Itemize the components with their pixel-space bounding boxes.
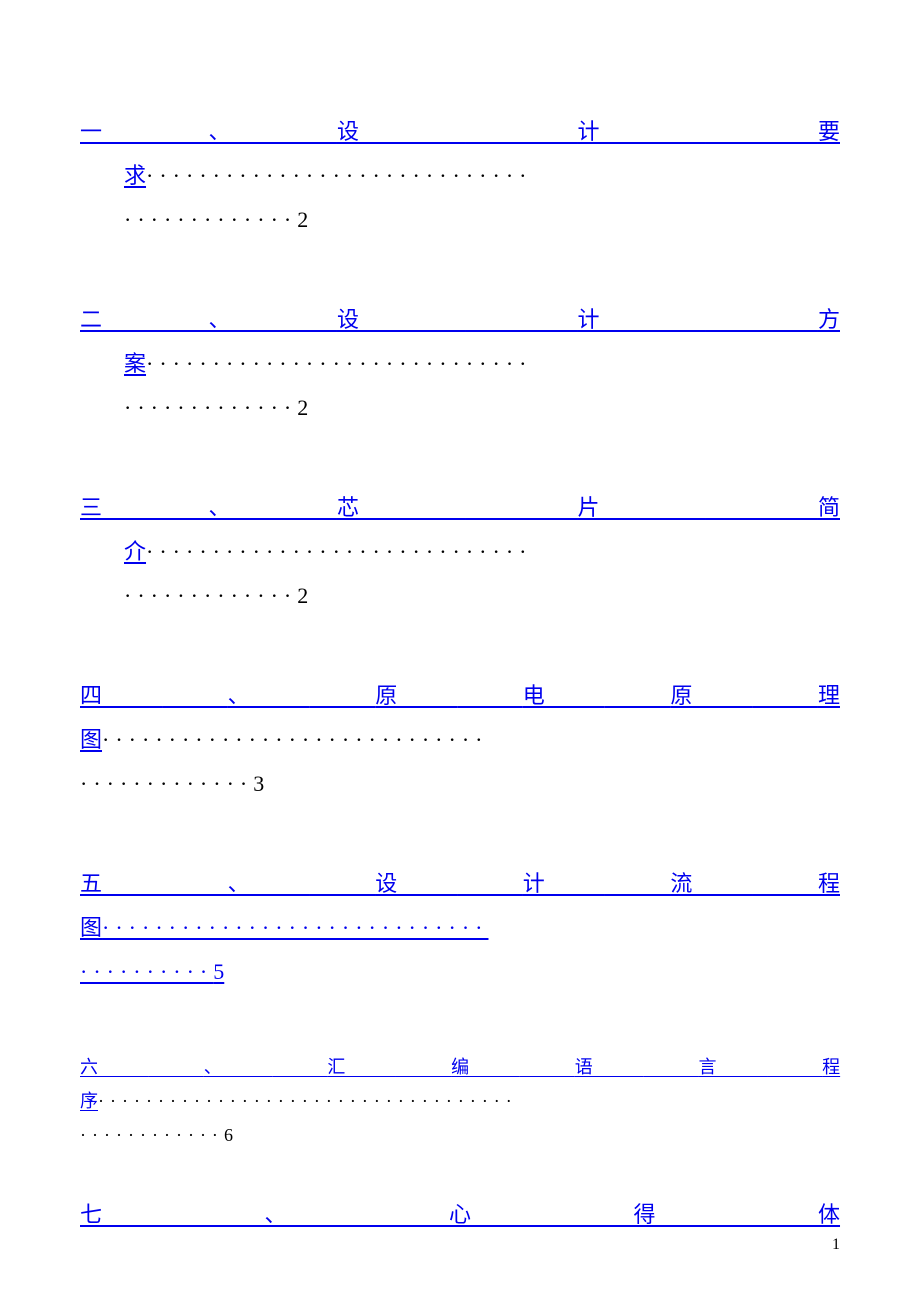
toc-number: 三、 — [80, 495, 337, 520]
toc-leader-dots: ····························· — [102, 915, 488, 940]
toc-entry: 五 、 设 计 流 程 图···························… — [80, 862, 840, 994]
toc-title[interactable]: 六 、 汇 编 语 言 程 — [80, 1050, 840, 1084]
toc-continuation: 案····························· — [124, 342, 840, 386]
toc-leader-dots: ············· — [80, 771, 253, 796]
toc-link[interactable]: 五 、 设 计 流 程 图···························… — [80, 862, 840, 984]
toc-page-number: 5 — [213, 959, 224, 984]
toc-page-number: 3 — [253, 771, 264, 796]
toc-continuation: ·············2 — [124, 386, 840, 430]
toc-leader-dots: ····························· — [146, 539, 532, 564]
toc-leader-dots: ············· — [124, 395, 297, 420]
toc-continuation: ·············2 — [124, 574, 840, 618]
toc-title[interactable]: 三、芯 片 简 — [80, 486, 840, 530]
document-page: 一、设 计 要 求····························· ·… — [0, 0, 920, 1302]
toc-title[interactable]: 七 、 心 得 体 — [80, 1193, 840, 1237]
toc-entry: 七 、 心 得 体 — [80, 1193, 840, 1237]
toc-continuation: 介····························· — [124, 530, 840, 574]
toc-title[interactable]: 二、设 计 方 — [80, 298, 840, 342]
toc-title[interactable]: 一、设 计 要 — [80, 110, 840, 154]
page-number-footer: 1 — [832, 1236, 840, 1254]
toc-continuation: 图····························· — [80, 727, 488, 752]
toc-leader-dots: ··································· — [98, 1091, 518, 1111]
toc-entry: 一、设 计 要 求····························· ·… — [80, 110, 840, 242]
toc-entry: 四 、 原 电 原 理 图···························… — [80, 674, 840, 806]
toc-page-number: 2 — [297, 395, 308, 420]
toc-leader-dots: ····························· — [146, 351, 532, 376]
toc-leader-dots: ····························· — [146, 163, 532, 188]
toc-leader-dots: ·········· — [80, 959, 213, 984]
toc-continuation: 序··································· — [80, 1091, 518, 1111]
toc-entry: 二、设 计 方 案····························· ·… — [80, 298, 840, 430]
toc-page-number: 2 — [297, 207, 308, 232]
toc-continuation: ············6 — [80, 1125, 233, 1145]
toc-title: 五 、 设 计 流 程 — [80, 862, 840, 906]
toc-number: 一、 — [80, 119, 337, 144]
toc-continuation: 求····························· — [124, 154, 840, 198]
toc-page-number: 6 — [224, 1125, 233, 1145]
toc-entry: 六 、 汇 编 语 言 程 序·························… — [80, 1050, 840, 1153]
toc-leader-dots: ············ — [80, 1125, 224, 1145]
toc-continuation: ·············2 — [124, 198, 840, 242]
toc-continuation: ·············3 — [80, 771, 264, 796]
toc-leader-dots: ············· — [124, 207, 297, 232]
toc-page-number: 2 — [297, 583, 308, 608]
toc-entry: 三、芯 片 简 介····························· ·… — [80, 486, 840, 618]
toc-title[interactable]: 四 、 原 电 原 理 — [80, 674, 840, 718]
toc-number: 二、 — [80, 307, 337, 332]
toc-leader-dots: ····························· — [102, 727, 488, 752]
toc-leader-dots: ············· — [124, 583, 297, 608]
